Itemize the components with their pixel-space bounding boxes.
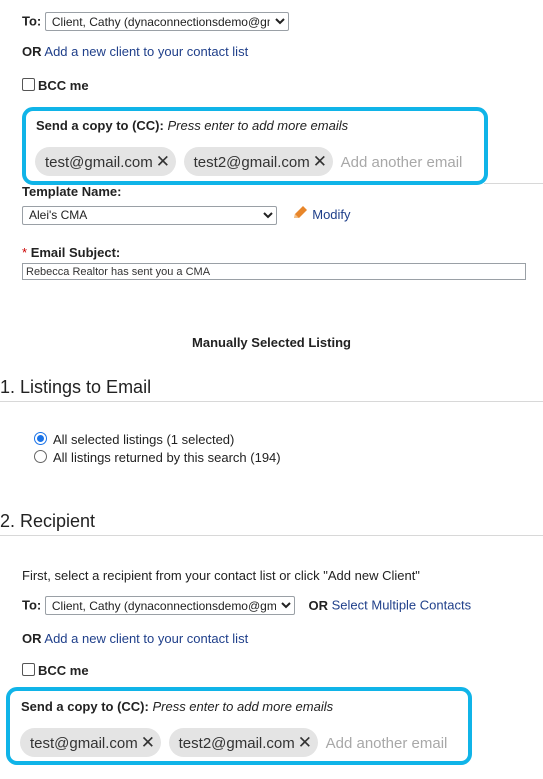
bcc-label: BCC me: [38, 78, 89, 93]
add-client-link[interactable]: Add a new client to your contact list: [44, 44, 248, 59]
modify-link[interactable]: Modify: [312, 207, 350, 222]
top-add-client-row: OR Add a new client to your contact list: [22, 44, 248, 59]
listing-option-label: All listings returned by this search (19…: [53, 450, 281, 465]
cc-title: Send a copy to (CC):: [36, 118, 164, 133]
recipient-cc-box: Send a copy to (CC): Press enter to add …: [6, 687, 472, 765]
or-label: OR: [22, 44, 42, 59]
subject-input[interactable]: [22, 263, 526, 280]
cc-chip: test2@gmail.com ✕: [183, 147, 333, 176]
cc-title-row: Send a copy to (CC): Press enter to add …: [21, 699, 333, 714]
to-label: To:: [22, 13, 42, 29]
close-icon[interactable]: ✕: [298, 733, 312, 752]
to-label: To:: [22, 597, 42, 613]
cc-chip: test@gmail.com ✕: [35, 147, 177, 176]
listing-option-label: All selected listings (1 selected): [53, 432, 235, 447]
recipient-instruction: First, select a recipient from your cont…: [22, 568, 420, 583]
divider: [0, 535, 543, 536]
cc-chip: test2@gmail.com ✕: [168, 728, 318, 757]
recipient-to-row: To: Client, Cathy (dynaconnectionsdemo@g…: [22, 596, 471, 615]
cc-hint: Press enter to add more emails: [152, 699, 334, 714]
cc-title-row: Send a copy to (CC): Press enter to add …: [36, 118, 348, 133]
radio-button[interactable]: [34, 432, 47, 445]
recipient-heading: 2. Recipient: [0, 511, 96, 531]
template-label: Template Name:: [22, 184, 121, 199]
listing-option-selected[interactable]: All selected listings (1 selected): [34, 432, 234, 447]
top-cc-box: Send a copy to (CC): Press enter to add …: [22, 107, 488, 185]
top-to-row: To: Client, Cathy (dynaconnectionsdemo@g…: [22, 12, 289, 31]
or-label: OR: [308, 597, 329, 613]
cc-add-email-input[interactable]: Add another email: [326, 735, 448, 752]
radio-button[interactable]: [34, 450, 47, 463]
close-icon[interactable]: ✕: [141, 733, 155, 752]
listing-option-all[interactable]: All listings returned by this search (19…: [34, 450, 281, 465]
cc-chip-email: test@gmail.com: [30, 735, 138, 752]
cc-chip-email: test2@gmail.com: [193, 154, 310, 171]
template-label-text: Template Name:: [22, 184, 122, 199]
close-icon[interactable]: ✕: [313, 152, 327, 171]
top-bcc-row[interactable]: BCC me: [22, 78, 89, 93]
template-select[interactable]: Alei's CMA: [22, 205, 277, 225]
manual-listing-heading-text: Manually Selected Listing: [192, 335, 351, 350]
cc-add-email-input[interactable]: Add another email: [341, 154, 463, 171]
cc-chip-email: test@gmail.com: [45, 154, 153, 171]
divider: [484, 183, 543, 184]
template-row: Alei's CMA Modify: [22, 204, 351, 225]
close-icon[interactable]: ✕: [156, 152, 170, 171]
cc-hint: Press enter to add more emails: [167, 118, 349, 133]
cc-title: Send a copy to (CC):: [21, 699, 149, 714]
subject-label: Email Subject:: [30, 245, 121, 260]
add-client-link[interactable]: Add a new client to your contact list: [44, 631, 248, 646]
subject-label-row: * Email Subject:: [22, 245, 120, 260]
or-label: OR: [22, 631, 42, 646]
cc-chip-row: test@gmail.com ✕ test2@gmail.com ✕ Add ano…: [35, 147, 462, 176]
recipient-select[interactable]: Client, Cathy (dynaconnectionsdemo@gmail…: [44, 596, 295, 615]
cc-chip-row: test@gmail.com ✕ test2@gmail.com ✕ Add ano…: [20, 728, 447, 757]
required-mark: *: [22, 245, 28, 260]
bcc-label: BCC me: [38, 663, 89, 678]
recipient-bcc-row[interactable]: BCC me: [22, 663, 89, 678]
cc-chip-email: test2@gmail.com: [178, 735, 295, 752]
manual-listing-heading: Manually Selected Listing: [0, 335, 543, 350]
bcc-checkbox[interactable]: [22, 663, 35, 676]
listings-heading: 1. Listings to Email: [0, 377, 152, 397]
cc-chip: test@gmail.com ✕: [20, 728, 162, 757]
divider: [0, 401, 543, 402]
select-multiple-contacts-link[interactable]: Select Multiple Contacts: [332, 598, 471, 613]
pencil-icon[interactable]: [291, 204, 309, 225]
top-recipient-select[interactable]: Client, Cathy (dynaconnectionsdemo@gmail…: [44, 12, 289, 31]
bcc-checkbox[interactable]: [22, 78, 35, 91]
recipient-add-client-row: OR Add a new client to your contact list: [22, 631, 248, 646]
